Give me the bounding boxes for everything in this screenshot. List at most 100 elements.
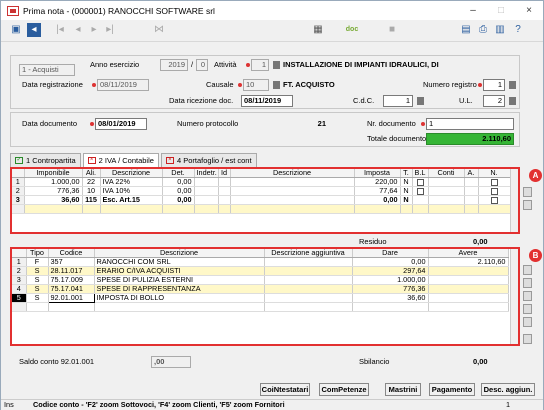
conti-scrollbar[interactable] (510, 249, 518, 344)
codice-cell[interactable]: 92.01.001 (47, 293, 95, 303)
nr-documento-field[interactable]: 1 (426, 118, 514, 130)
descrizione-aggiuntiva-cell[interactable] (264, 266, 353, 276)
column-header[interactable]: Dare (352, 249, 429, 258)
avere-cell[interactable] (428, 275, 509, 285)
numero-protocollo-field[interactable]: 21 (241, 118, 329, 130)
descrizione-cell[interactable]: IVA 10% (100, 186, 163, 196)
conti-side-button[interactable] (523, 265, 532, 275)
calculator-icon[interactable]: ▦ (311, 23, 325, 37)
aliquota-cell[interactable]: 10 (82, 186, 101, 196)
column-header[interactable]: Tipo (26, 249, 49, 258)
detraibile-cell[interactable]: 0,00 (162, 186, 195, 196)
descrizione-aggiuntiva-cell[interactable] (264, 275, 353, 285)
pagamento-button[interactable]: Pagamento (429, 383, 475, 396)
bl-checkbox[interactable] (416, 187, 424, 195)
table-row-empty[interactable] (12, 204, 511, 214)
cdc-field[interactable]: 1 (383, 95, 413, 107)
table-row-empty[interactable] (12, 302, 509, 312)
tab-portafoglio[interactable]: × 4 Portafoglio / est cont (160, 153, 257, 167)
anno-esercizio-field[interactable]: 2019 (160, 59, 188, 71)
tipo-cell[interactable]: S (26, 284, 49, 294)
tab-iva-contabile[interactable]: × 2 IVA / Contabile (82, 153, 159, 167)
iva-scrollbar[interactable] (510, 169, 518, 232)
descrizione-aggiuntiva-cell[interactable] (264, 293, 353, 303)
bl-checkbox-cell[interactable] (412, 195, 429, 205)
maximize-button[interactable]: □ (487, 1, 515, 20)
descrizione-aggiuntiva-cell[interactable] (264, 257, 353, 267)
prev-record-icon[interactable]: ◂ (71, 23, 85, 37)
detraibile-cell[interactable]: 0,00 (162, 177, 195, 187)
id-cell[interactable] (218, 177, 231, 187)
table-row[interactable]: 3 S 75.17.009 SPESE DI PULIZIA ESTERNI 1… (12, 275, 509, 285)
column-header[interactable]: Codice (48, 249, 95, 258)
indetraibile-cell[interactable] (194, 186, 219, 196)
iva-side-button[interactable] (523, 200, 532, 210)
descrizione-cell[interactable]: SPESE DI PULIZIA ESTERNI (94, 275, 265, 285)
aliquota-cell[interactable]: 22 (82, 177, 101, 187)
imposta-cell[interactable]: 0,00 (354, 195, 401, 205)
table-row-selected[interactable]: 5 S 92.01.001 IMPOSTA DI BOLLO 36,60 (12, 293, 509, 303)
numero-registro-field[interactable]: 1 (483, 79, 505, 91)
imposta-cell[interactable]: 220,00 (354, 177, 401, 187)
close-button[interactable]: × (515, 1, 543, 20)
causale-lookup-button[interactable] (273, 81, 280, 89)
column-header[interactable]: Indetr. (194, 169, 219, 178)
aliquota-cell[interactable]: 115 (82, 195, 101, 205)
column-header[interactable]: Ali. (82, 169, 101, 178)
save-icon[interactable]: ▣ (9, 23, 23, 37)
doc-icon[interactable]: doc (343, 23, 361, 37)
next-record-icon[interactable]: ▸ (87, 23, 101, 37)
conti-side-button[interactable] (523, 291, 532, 301)
codice-cell[interactable]: 75.17.009 (48, 275, 95, 285)
column-header[interactable]: Imponibile (24, 169, 83, 178)
column-header[interactable]: Conti (428, 169, 465, 178)
attivita-lookup-button[interactable] (273, 61, 280, 69)
tipo-cell[interactable]: S (26, 266, 49, 276)
table-row[interactable]: 2 776,36 10 IVA 10% 0,00 77,64 N (12, 186, 511, 196)
ul-lookup-button[interactable] (509, 97, 516, 105)
n-checkbox[interactable] (490, 187, 498, 195)
dare-cell[interactable]: 1.000,00 (352, 275, 429, 285)
conti-side-button[interactable] (523, 334, 532, 344)
avere-cell[interactable] (428, 293, 509, 303)
help-icon[interactable]: ? (511, 23, 525, 37)
column-header[interactable]: N. (478, 169, 511, 178)
codice-cell[interactable]: 28.11.017 (48, 266, 95, 276)
tipo-cell[interactable]: F (26, 257, 49, 267)
conti-cell[interactable] (428, 186, 465, 196)
column-header[interactable]: Descrizione aggiuntiva (264, 249, 353, 258)
report-icon[interactable]: ▤ (459, 23, 473, 37)
column-header[interactable]: Avere (428, 249, 509, 258)
causale-code-field[interactable]: 10 (243, 79, 269, 91)
codice-cell[interactable]: 75.17.041 (48, 284, 95, 294)
table-row[interactable]: 2 S 28.11.017 ERARIO C/IVA ACQUISTI 297,… (12, 266, 509, 276)
table-row[interactable]: 3 36,60 115 Esc. Art.15 0,00 0,00 N (12, 195, 511, 205)
n-checkbox-cell[interactable] (478, 195, 511, 205)
causale-type-select[interactable]: 1 - Acquisti (19, 64, 75, 76)
mastrini-button[interactable]: Mastrini (385, 383, 421, 396)
conti-side-button[interactable] (523, 304, 532, 314)
registro-lookup-button[interactable] (509, 81, 516, 89)
data-documento-field[interactable]: 08/01/2019 (95, 118, 147, 130)
id-cell[interactable] (218, 195, 231, 205)
print-icon[interactable]: ⎙ (476, 23, 490, 37)
dare-cell[interactable]: 0,00 (352, 257, 429, 267)
print-setup-icon[interactable]: ▥ (493, 23, 507, 37)
detraibile-cell[interactable]: 0,00 (162, 195, 195, 205)
tipo-cell[interactable]: S (26, 275, 49, 285)
imposta-cell[interactable]: 77,64 (354, 186, 401, 196)
descrizione-cell[interactable]: IMPOSTA DI BOLLO (94, 293, 265, 303)
column-header[interactable]: Descrizione (230, 169, 355, 178)
bl-checkbox[interactable] (416, 178, 424, 186)
bl-checkbox-cell[interactable] (412, 186, 429, 196)
column-header[interactable]: Descrizione (94, 249, 265, 258)
n-checkbox[interactable] (490, 196, 498, 204)
descrizione2-cell[interactable] (230, 177, 355, 187)
ul-field[interactable]: 2 (483, 95, 505, 107)
descrizione2-cell[interactable] (230, 195, 355, 205)
data-ricezione-field[interactable]: 08/11/2019 (241, 95, 293, 107)
tab-contropartita[interactable]: ✓ 1 Contropartita (10, 153, 81, 167)
back-icon[interactable]: ◂ (27, 23, 41, 37)
codice-cell[interactable]: 357 (48, 257, 95, 267)
column-header[interactable]: Id (218, 169, 231, 178)
